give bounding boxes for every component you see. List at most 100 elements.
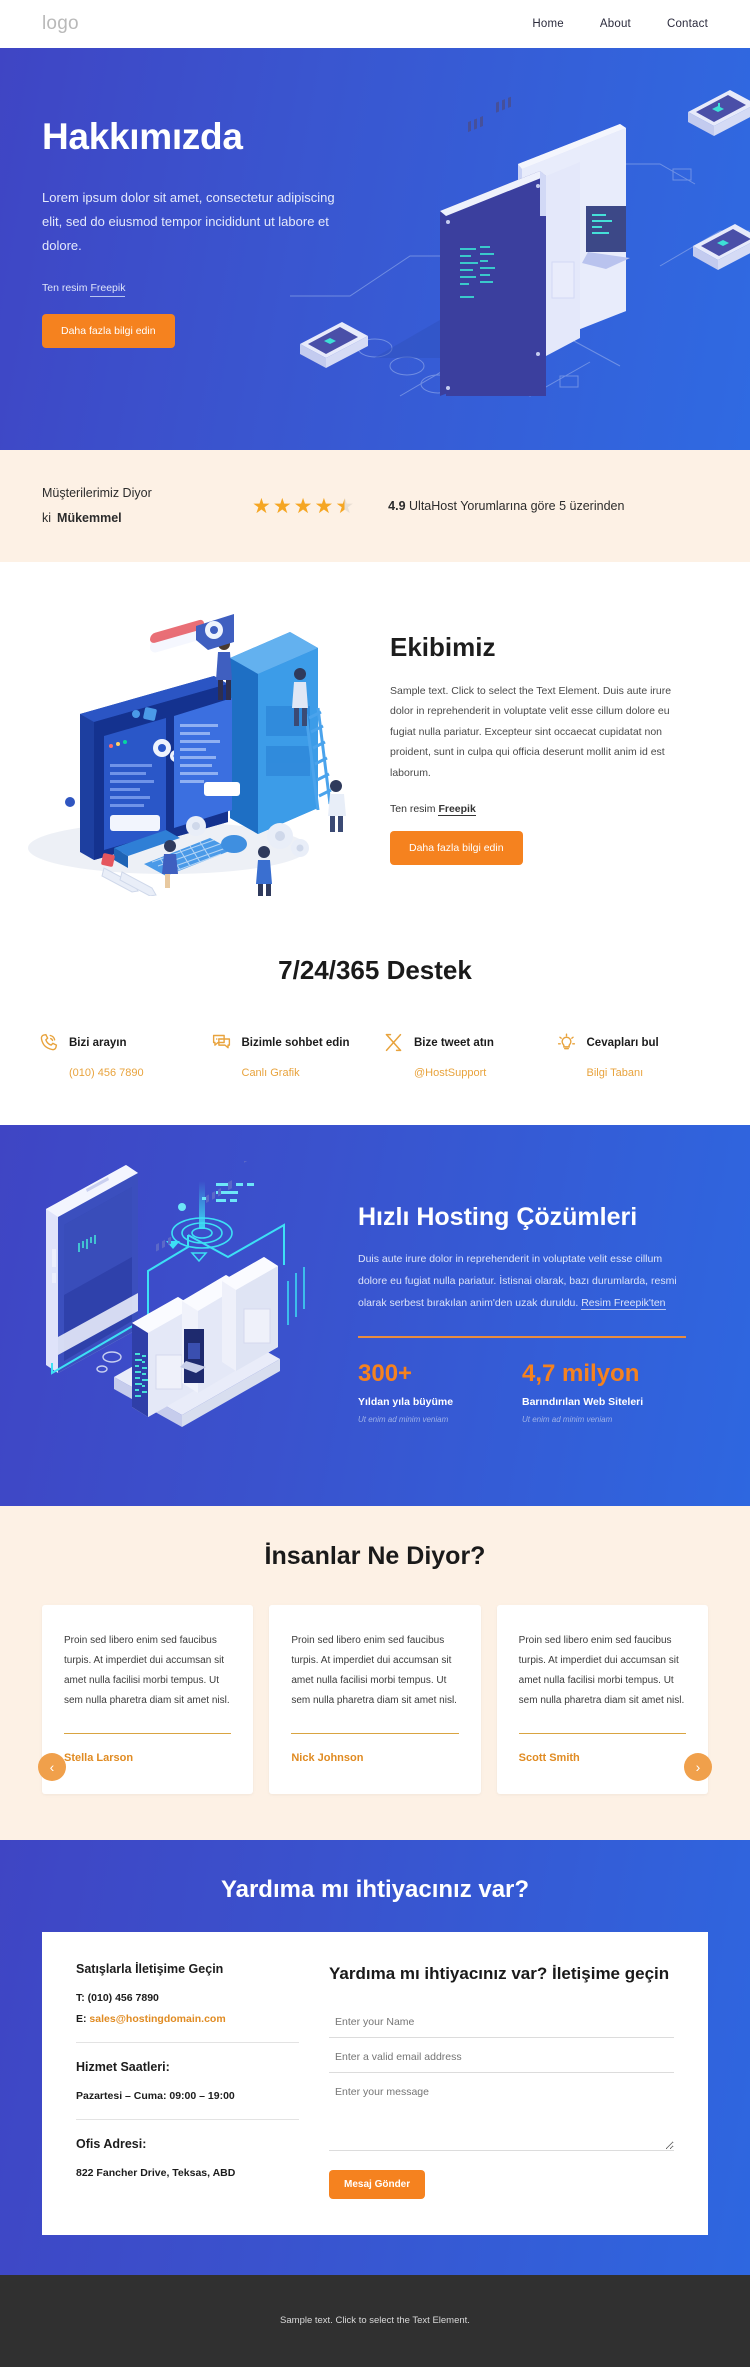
support-sublink[interactable]: (010) 456 7890 — [30, 1067, 203, 1079]
team-illustration — [18, 548, 368, 901]
chevron-right-icon: › — [695, 1759, 701, 1775]
reviews-headline: Müşterilerimiz Diyor ki Mükemmel — [42, 481, 252, 531]
contact-card: Satışlarla İletişime Geçin T: (010) 456 … — [42, 1932, 708, 2235]
star-icon: ★ — [252, 494, 271, 518]
chat-icon — [211, 1032, 232, 1053]
sales-heading: Satışlarla İletişime Geçin — [76, 1962, 224, 1976]
star-icon: ★ — [314, 494, 334, 518]
support-label: Bizi arayın — [69, 1036, 127, 1049]
team-credit-prefix: Ten resim — [390, 803, 439, 816]
site-footer: Sample text. Click to select the Text El… — [0, 2274, 750, 2367]
stat-number: 4,7 milyon — [522, 1360, 640, 1388]
star-icon: ★ — [272, 494, 292, 518]
name-input[interactable] — [329, 2006, 674, 2038]
hours-value: Pazartesi – Cuma: 09:00 – 19:00 — [76, 2090, 235, 2102]
stat-label: Barındırılan Web Siteleri — [522, 1396, 644, 1409]
hero-image-credit: Ten resim Freepik — [42, 282, 340, 298]
support-channel-tweet: Bize tweet atın @HostSupport — [375, 1032, 548, 1079]
testimonial-text: Proin sed libero enim sed faucibus turpi… — [518, 1635, 685, 1706]
testimonial-author: Scott Smith — [518, 1752, 580, 1764]
x-twitter-icon — [383, 1032, 404, 1053]
support-channel-call: Bizi arayın (010) 456 7890 — [30, 1032, 203, 1079]
contact-details: Satışlarla İletişime Geçin T: (010) 456 … — [76, 1962, 321, 2199]
nav-link-home[interactable]: Home — [532, 18, 563, 30]
message-textarea[interactable] — [329, 2076, 674, 2151]
hosting-stats: 300+ Yıldan yıla büyüme Ut enim ad minim… — [358, 1360, 686, 1424]
contact-form: Yardıma mı ihtiyacınız var? İletişime ge… — [321, 1962, 674, 2199]
lightbulb-icon — [556, 1032, 577, 1053]
support-sublink[interactable]: Canlı Grafik — [203, 1067, 376, 1079]
support-sublink[interactable]: @HostSupport — [375, 1067, 548, 1079]
contact-form-title: Yardıma mı ihtiyacınız var? İletişime ge… — [329, 1964, 670, 1983]
testimonial-card: Proin sed libero enim sed faucibus turpi… — [42, 1605, 254, 1794]
star-half-icon: ★ — [335, 494, 355, 518]
testimonial-divider — [291, 1733, 459, 1734]
chevron-left-icon: ‹ — [49, 1759, 55, 1775]
team-section: Ekibimiz Sample text. Click to select th… — [0, 548, 750, 941]
reviews-bar: Müşterilerimiz Diyor ki Mükemmel ★ ★ ★ ★ … — [0, 450, 750, 562]
testimonial-card: Proin sed libero enim sed faucibus turpi… — [269, 1605, 481, 1794]
hosting-credit-link[interactable]: Resim Freepik'ten — [581, 1297, 666, 1311]
support-label: Cevapları bul — [586, 1036, 659, 1049]
contact-divider — [76, 2042, 299, 2043]
contact-section: Yardıma mı ihtiyacınız var? Satışlarla İ… — [0, 1840, 750, 2275]
stat-subtext: Ut enim ad minim veniam — [358, 1415, 449, 1425]
contact-phone: T: (010) 456 7890 — [76, 1992, 159, 2004]
site-logo[interactable]: logo — [42, 13, 79, 35]
hosting-divider — [358, 1336, 686, 1339]
hosting-title: Hızlı Hosting Çözümleri — [358, 1202, 638, 1231]
nav-link-contact[interactable]: Contact — [667, 18, 708, 30]
site-header: logo Home About Contact — [0, 0, 750, 48]
support-sublink[interactable]: Bilgi Tabanı — [548, 1067, 721, 1079]
address-value: 822 Fancher Drive, Teksas, ABD — [76, 2167, 236, 2179]
testimonials-title: İnsanlar Ne Diyor? — [264, 1542, 486, 1570]
rating-summary: 4.9 UltaHost Yorumlarına göre 5 üzerinde… — [388, 499, 624, 513]
hosting-illustration — [16, 1147, 346, 1466]
testimonials-section: İnsanlar Ne Diyor? Proin sed libero enim… — [0, 1506, 750, 1840]
stat-subtext: Ut enim ad minim veniam — [522, 1415, 613, 1425]
hero-cta-button[interactable]: Daha fazla bilgi edin — [42, 314, 175, 349]
hosting-section: Hızlı Hosting Çözümleri Duis aute irure … — [0, 1125, 750, 1506]
rating-source-text: UltaHost Yorumlarına göre 5 üzerinden — [409, 499, 625, 513]
star-rating: ★ ★ ★ ★ ★ — [252, 496, 354, 517]
hero-credit-link[interactable]: Freepik — [90, 282, 126, 298]
support-label: Bizimle sohbet edin — [241, 1036, 350, 1049]
address-heading: Ofis Adresi: — [76, 2137, 147, 2151]
main-navigation: Home About Contact — [532, 18, 708, 30]
reviews-line-2: ki Mükemmel — [42, 506, 252, 531]
team-credit-link[interactable]: Freepik — [438, 803, 476, 817]
hero-section: Hakkımızda Lorem ipsum dolor sit amet, c… — [0, 48, 750, 450]
submit-message-button[interactable]: Mesaj Gönder — [329, 2169, 426, 2199]
rating-value: 4.9 — [388, 499, 406, 513]
landing-page: logo Home About Contact Hakkımızda Lorem… — [0, 0, 750, 2367]
support-title: 7/24/365 Destek — [278, 955, 472, 985]
team-image-credit: Ten resim Freepik — [390, 803, 688, 817]
carousel-prev-button[interactable]: ‹ — [38, 1753, 66, 1781]
footer-text: Sample text. Click to select the Text El… — [280, 2315, 470, 2327]
testimonial-author: Nick Johnson — [291, 1752, 364, 1764]
support-channel-chat: Bizimle sohbet edin Canlı Grafik — [203, 1032, 376, 1079]
support-label: Bize tweet atın — [414, 1036, 494, 1049]
hosting-paragraph: Duis aute irure dolor in reprehenderit i… — [358, 1248, 686, 1314]
testimonial-text: Proin sed libero enim sed faucibus turpi… — [291, 1635, 457, 1706]
email-input[interactable] — [329, 2041, 674, 2073]
nav-link-about[interactable]: About — [600, 18, 631, 30]
contact-email-link[interactable]: sales@hostingdomain.com — [89, 2013, 225, 2025]
support-section: 7/24/365 Destek Bizi arayın (010) 456 78… — [0, 941, 750, 1125]
testimonials-carousel: Proin sed libero enim sed faucibus turpi… — [0, 1605, 750, 1794]
support-channels: Bizi arayın (010) 456 7890 Bizimle sohbe… — [0, 1032, 750, 1079]
contact-banner-title: Yardıma mı ihtiyacınız var? — [220, 1876, 530, 1903]
contact-divider — [76, 2119, 299, 2120]
hero-server-illustration — [290, 48, 750, 443]
stat-websites: 4,7 milyon Barındırılan Web Siteleri Ut … — [522, 1360, 686, 1424]
contact-email-prefix: E: — [76, 2013, 90, 2025]
carousel-next-button[interactable]: › — [684, 1753, 712, 1781]
testimonial-divider — [518, 1733, 686, 1734]
testimonial-text: Proin sed libero enim sed faucibus turpi… — [64, 1635, 230, 1706]
stat-growth: 300+ Yıldan yıla büyüme Ut enim ad minim… — [358, 1360, 522, 1424]
testimonial-divider — [64, 1733, 232, 1734]
team-cta-button[interactable]: Daha fazla bilgi edin — [390, 831, 523, 866]
team-paragraph: Sample text. Click to select the Text El… — [390, 684, 672, 779]
testimonial-author: Stella Larson — [64, 1752, 134, 1764]
contact-email-row: E: sales@hostingdomain.com — [76, 2013, 299, 2025]
